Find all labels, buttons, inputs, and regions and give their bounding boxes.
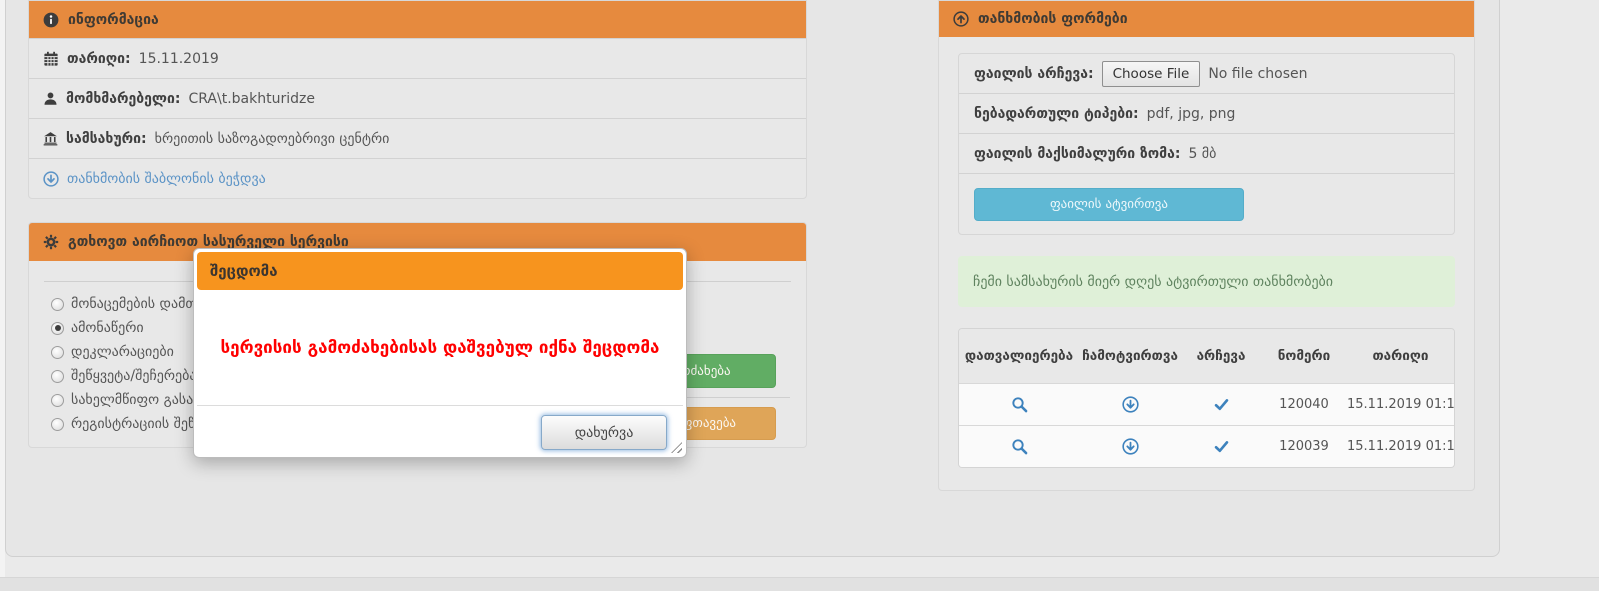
max-size-row: ფაილის მაქსიმალური ზომა: 5 მბ [959,134,1454,174]
col-select: არჩევა [1181,348,1261,364]
search-icon[interactable] [1011,396,1028,413]
table-row: 120040 15.11.2019 01:19 [959,383,1454,425]
download-icon[interactable] [1122,396,1139,413]
upload-file-button[interactable]: ფაილის ატვირთვა [974,188,1244,221]
error-dialog-footer: დახურვა [197,405,683,450]
consents-table: დათვალიერება ჩამოტვირთვა არჩევა ნომერი თ… [958,328,1455,468]
forms-panel-title: თანხმობის ფორმები [978,11,1128,27]
consent-forms-panel: თანხმობის ფორმები ფაილის არჩევა: Choose … [938,0,1475,491]
col-date: თარიღი [1347,348,1454,364]
radio-unchecked-icon[interactable] [51,370,64,383]
info-icon [43,12,59,28]
date-value: 15.11.2019 [139,51,219,67]
download-icon[interactable] [1122,438,1139,455]
file-status-text: No file chosen [1208,66,1307,82]
col-view: დათვალიერება [959,348,1079,364]
uploaded-today-notice: ჩემი სამსახურის მიერ დღეს ატვირთული თანხ… [958,256,1455,307]
radio-checked-icon[interactable] [51,322,64,335]
radio-unchecked-icon[interactable] [51,418,64,431]
file-select-row: ფაილის არჩევა: Choose File No file chose… [959,54,1454,94]
office-label: სამსახური: [66,131,147,147]
allowed-types-value: pdf, jpg, png [1147,106,1236,122]
error-dialog-header[interactable]: შეცდომა [197,252,683,290]
max-size-label: ფაილის მაქსიმალური ზომა: [974,146,1180,162]
service-option-label: ამონაწერი [71,320,144,336]
upload-form: ფაილის არჩევა: Choose File No file chose… [958,53,1455,235]
bank-icon [43,131,58,146]
check-icon[interactable] [1214,439,1229,454]
consent-number: 120039 [1261,439,1347,454]
allowed-types-label: ნებადართული ტიპები: [974,106,1139,122]
upload-button-row: ფაილის ატვირთვა [959,174,1454,234]
radio-unchecked-icon[interactable] [51,346,64,359]
table-row: 120039 15.11.2019 01:16 [959,425,1454,467]
office-row: სამსახური: ხრეითის საზოგადოებრივი ცენტრი [29,118,806,158]
col-download: ჩამოტვირთვა [1079,348,1181,364]
error-dialog-body: სერვისის გამოძახებისას დაშვებულ იქნა შეც… [197,290,683,405]
error-message: სერვისის გამოძახებისას დაშვებულ იქნა შეც… [221,338,660,358]
max-size-value: 5 მბ [1188,146,1216,162]
consent-number: 120040 [1261,397,1347,412]
circle-up-arrow-icon [953,11,969,27]
service-option-label: შეწყვეტა/შეჩერება [71,368,197,384]
date-row: თარიღი: 15.11.2019 [29,38,806,78]
close-button[interactable]: დახურვა [541,415,667,450]
calendar-icon [43,51,59,67]
forms-panel-body: ფაილის არჩევა: Choose File No file chose… [939,53,1474,468]
office-value: ხრეითის საზოგადოებრივი ცენტრი [155,131,390,147]
service-option-label: დეკლარაციები [71,344,174,360]
col-number: ნომერი [1261,348,1347,364]
print-link-label: თანხმობის შაბლონის ბეჭდვა [67,171,266,187]
radio-unchecked-icon[interactable] [51,394,64,407]
error-dialog: შეცდომა სერვისის გამოძახებისას დაშვებულ … [193,248,687,458]
consents-table-header: დათვალიერება ჩამოტვირთვა არჩევა ნომერი თ… [959,329,1454,383]
user-value: CRA\t.bakhturidze [188,91,314,107]
page-footer [0,577,1599,591]
choose-file-button[interactable]: Choose File [1102,61,1201,87]
consent-date: 15.11.2019 01:16 [1347,439,1455,454]
user-label: მომხმარებელი: [66,91,180,107]
info-panel-header: ინფორმაცია [29,1,806,38]
date-label: თარიღი: [67,51,131,67]
user-row: მომხმარებელი: CRA\t.bakhturidze [29,78,806,118]
error-dialog-title: შეცდომა [210,262,278,280]
forms-panel-header: თანხმობის ფორმები [939,1,1474,37]
radio-unchecked-icon[interactable] [51,298,64,311]
consent-date: 15.11.2019 01:19 [1347,397,1455,412]
circle-down-arrow-icon [43,171,59,187]
search-icon[interactable] [1011,438,1028,455]
check-icon[interactable] [1214,397,1229,412]
allowed-types-row: ნებადართული ტიპები: pdf, jpg, png [959,94,1454,134]
user-icon [43,91,58,106]
info-panel: ინფორმაცია თარიღი: 15.11.2019 მომხმარებე… [28,0,807,199]
print-consent-template-link[interactable]: თანხმობის შაბლონის ბეჭდვა [29,158,806,198]
gear-icon [43,234,59,250]
file-select-label: ფაილის არჩევა: [974,66,1094,82]
info-panel-title: ინფორმაცია [68,12,159,28]
